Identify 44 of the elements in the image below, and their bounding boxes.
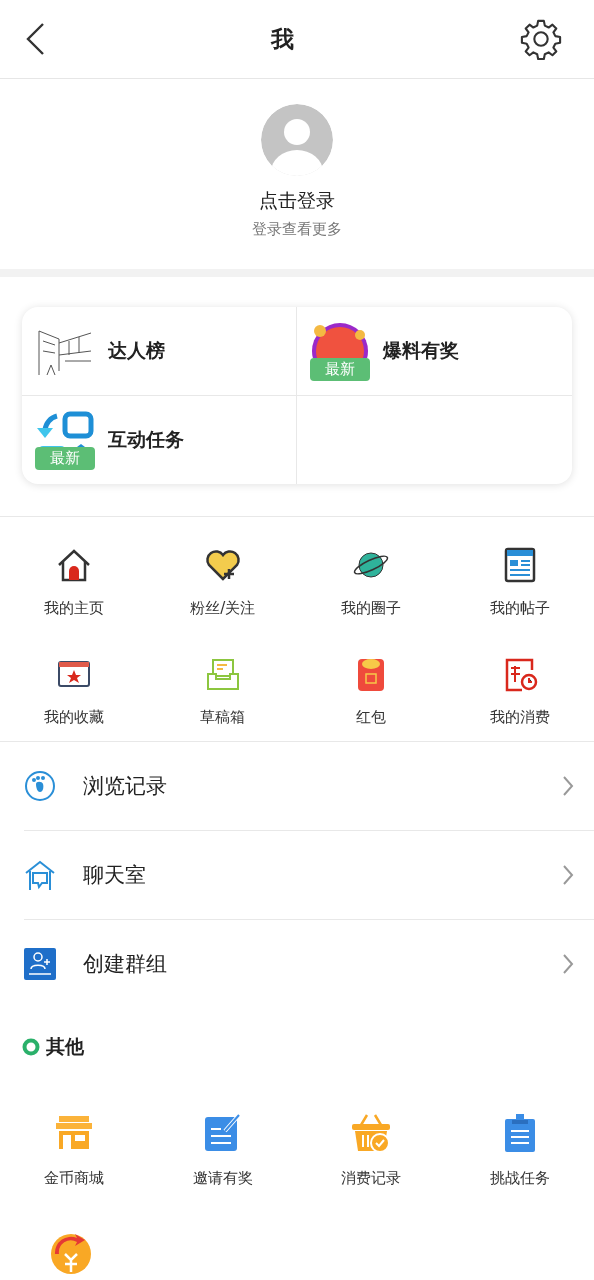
- login-hint: 登录查看更多: [252, 220, 342, 239]
- feature-card[interactable]: 最新 互动任务: [22, 396, 297, 484]
- shortcut-label[interactable]: 我的收藏: [44, 708, 105, 727]
- basket-check-icon[interactable]: [351, 1113, 392, 1153]
- menu-item[interactable]: 创建群组: [24, 920, 594, 1008]
- shortcut-label[interactable]: 我的消费: [489, 708, 550, 727]
- shortcut-label[interactable]: 我的帖子: [489, 599, 550, 618]
- shortcut-label[interactable]: 粉丝/关注: [190, 599, 256, 618]
- menu-label: 创建群组: [83, 951, 168, 978]
- chevron-right-icon: [562, 864, 574, 886]
- section-title: 其他: [46, 1034, 84, 1059]
- back-icon[interactable]: [25, 22, 45, 56]
- feature-card[interactable]: 最新 爆料有奖: [297, 307, 572, 396]
- dot-icon: [22, 1038, 40, 1056]
- chat-house-icon: [24, 859, 56, 891]
- new-badge: 最新: [310, 358, 370, 381]
- shortcut-label[interactable]: 我的圈子: [341, 599, 402, 618]
- shortcut-label[interactable]: 草稿箱: [200, 708, 246, 727]
- heart-plus-icon[interactable]: [204, 547, 241, 583]
- new-badge: 最新: [35, 447, 95, 470]
- page-title: 我: [271, 24, 294, 54]
- menu-item[interactable]: 聊天室: [24, 831, 594, 920]
- edit-note-icon[interactable]: [202, 1113, 243, 1153]
- login-link[interactable]: 点击登录: [259, 188, 335, 214]
- card-label: 爆料有奖: [383, 338, 459, 363]
- card-label: 互动任务: [108, 427, 184, 452]
- chevron-right-icon: [562, 775, 574, 797]
- menu-label: 浏览记录: [83, 773, 168, 800]
- arrow-squares-icon: [35, 410, 95, 447]
- footprint-icon: [24, 770, 56, 802]
- chevron-right-icon: [562, 953, 574, 975]
- menu-label: 聊天室: [83, 862, 147, 889]
- settings-icon[interactable]: [520, 18, 562, 60]
- shortcut-label[interactable]: 邀请有奖: [192, 1169, 253, 1188]
- shortcut-label[interactable]: 挑战任务: [489, 1169, 550, 1188]
- avatar: [261, 104, 333, 176]
- feature-card[interactable]: 达人榜: [22, 307, 297, 396]
- shortcut-label[interactable]: 我的主页: [44, 599, 105, 618]
- shortcut-label[interactable]: 消费记录: [341, 1169, 402, 1188]
- group-add-icon: [24, 948, 56, 980]
- menu-item[interactable]: 浏览记录: [24, 742, 594, 831]
- shortcut-label[interactable]: 红包: [356, 708, 387, 727]
- card-label: 达人榜: [108, 338, 165, 363]
- shortcut-label[interactable]: 金币商城: [44, 1169, 105, 1188]
